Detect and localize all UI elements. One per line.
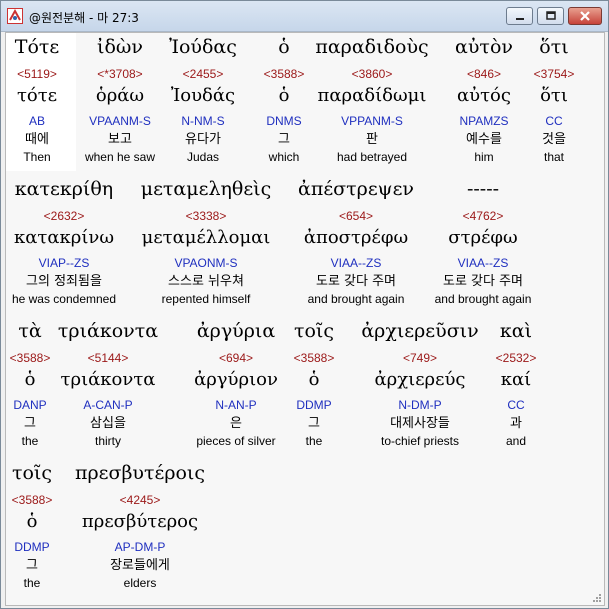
word-greek: ὅτι <box>539 36 569 58</box>
word-korean: 과 <box>510 416 522 431</box>
word-greek: καὶ <box>499 320 533 342</box>
word-greek: μεταμεληθεὶς <box>140 178 272 200</box>
word-english: and brought again <box>307 292 405 306</box>
word-english: and <box>505 434 527 448</box>
word-column[interactable]: ----- <4762> στρέφω VIAA--ZS 도로 갖다 주며 and bro… <box>413 175 553 307</box>
word-lemma: καί <box>500 369 532 390</box>
word-korean: 장로들에게 <box>110 558 170 573</box>
word-korean: 그의 정죄됨을 <box>26 274 102 289</box>
word-morph: A-CAN-P <box>83 398 133 412</box>
word-column[interactable]: κατεκρίθη <2632> κατακρίνω VIAP--ZS 그의 정죄됨을 h… <box>0 175 134 307</box>
word-strong: <3338> <box>185 209 227 223</box>
word-strong: <4762> <box>462 209 504 223</box>
word-strong: <4245> <box>119 493 161 507</box>
word-korean: 삼십을 <box>90 416 126 431</box>
word-morph: VIAA--ZS <box>330 256 382 270</box>
word-english: he was condemned <box>11 292 117 306</box>
word-lemma: ὅτι <box>540 85 568 106</box>
word-lemma: κατακρίνω <box>13 227 115 248</box>
word-strong: <654> <box>338 209 374 223</box>
word-lemma: στρέφω <box>448 227 518 248</box>
word-english: repented himself <box>161 292 251 306</box>
close-icon <box>580 11 590 21</box>
minimize-icon <box>515 18 524 20</box>
word-column[interactable]: καὶ <2532> καί CC 과 and <box>446 317 586 449</box>
word-korean: 스스로 뉘우쳐 <box>168 274 244 289</box>
word-morph: VIAA--ZS <box>457 256 509 270</box>
word-column[interactable]: ὅτι <3754> ὅτι CC 것을 that <box>484 33 609 165</box>
word-english: elders <box>123 576 157 590</box>
word-korean: 것을 <box>542 132 566 147</box>
word-english: that <box>543 150 564 164</box>
minimize-button[interactable] <box>506 7 533 25</box>
word-morph: AP-DM-P <box>114 540 166 554</box>
word-strong: <2632> <box>43 209 85 223</box>
word-lemma: ἀποστρέφω <box>303 227 409 248</box>
word-greek: πρεσβυτέροις <box>74 462 206 484</box>
app-logo-icon <box>7 8 23 24</box>
word-column[interactable]: ἀπέστρεψεν <654> ἀποστρέφω VIAA--ZS 도로 갖다 주며… <box>286 175 426 307</box>
word-strong: <2532> <box>495 351 537 365</box>
word-greek: ἀπέστρεψεν <box>298 178 414 200</box>
maximize-icon <box>545 11 556 20</box>
maximize-button[interactable] <box>537 7 564 25</box>
close-button[interactable] <box>568 7 602 25</box>
word-morph: CC <box>545 114 563 128</box>
word-strong: <3754> <box>533 67 575 81</box>
word-english: thirty <box>94 434 121 448</box>
app-window: @원전분해 - 마 27:3 Τότε <5119> τότε AB 때에 Then ἰδὼ… <box>0 0 609 609</box>
word-column[interactable]: πρεσβυτέροις <4245> πρεσβύτερος AP-DM-P 장로들에… <box>70 459 210 591</box>
word-column[interactable]: τριάκοντα <5144> τριάκοντα A-CAN-P 삼십을 thirty <box>38 317 178 449</box>
word-greek: ----- <box>466 178 500 200</box>
word-greek: κατεκρίθη <box>14 178 114 200</box>
title-bar[interactable]: @원전분해 - 마 27:3 <box>1 1 608 32</box>
word-greek: τριάκοντα <box>57 320 159 342</box>
word-korean: 도로 갖다 주며 <box>315 274 397 289</box>
word-korean: 도로 갖다 주며 <box>442 274 524 289</box>
word-english: and brought again <box>434 292 532 306</box>
word-lemma: τριάκοντα <box>60 369 156 390</box>
word-strong: <5144> <box>87 351 129 365</box>
word-morph: CC <box>507 398 525 412</box>
window-title: @원전분해 - 마 27:3 <box>29 11 139 25</box>
resize-grip-icon[interactable] <box>590 591 602 603</box>
word-morph: VIAP--ZS <box>38 256 90 270</box>
word-column[interactable]: μεταμεληθεὶς <3338> μεταμέλλομαι VPAONM-S 스스… <box>136 175 276 307</box>
interlinear-panel: Τότε <5119> τότε AB 때에 Then ἰδὼν <*3708> ὁράω VPA… <box>5 32 605 606</box>
word-morph: VPAONM-S <box>174 256 238 270</box>
word-lemma: πρεσβύτερος <box>81 511 199 532</box>
word-lemma: μεταμέλλομαι <box>141 227 271 248</box>
